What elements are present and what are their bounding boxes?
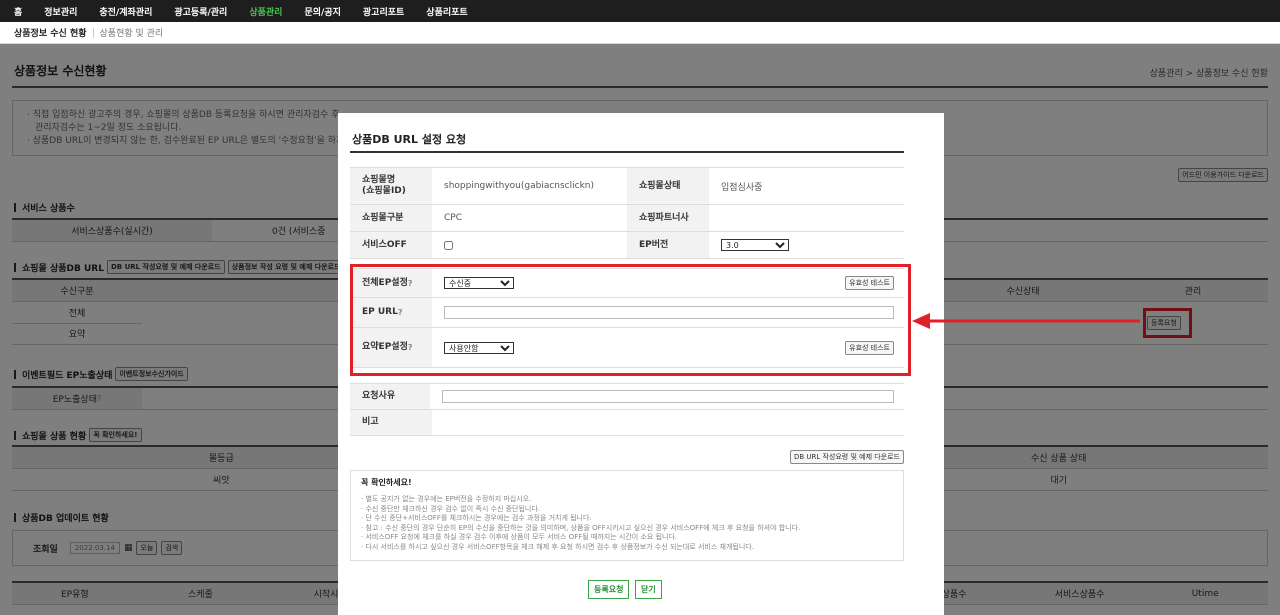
confirm-line: · 다시 서비스를 하시고 싶으신 경우 서비스OFF항목을 체크 해제 후 요… — [361, 542, 754, 551]
table-row: 서비스OFF EP버전 3.0 — [350, 232, 904, 259]
gnb-item[interactable]: 상품관리 — [249, 5, 282, 18]
highlight-ep-settings — [350, 264, 911, 376]
gnb-item[interactable]: 홈 — [14, 5, 22, 18]
gnb-item[interactable]: 문의/공지 — [304, 5, 340, 18]
submit-request-button[interactable]: 등록요청 — [588, 580, 630, 599]
sub-nav-other[interactable]: 상품현황 및 관리 — [100, 26, 164, 39]
request-table: 요청사유 비고 — [350, 383, 904, 436]
mall-name-value: shoppingwithyou(gabiacnsclickn) — [444, 181, 595, 191]
table-row: 비고 — [350, 410, 904, 436]
confirm-line: · 수신 중단만 체크하신 경우 검수 없이 즉시 수신 중단됩니다. — [361, 504, 541, 513]
ep-version-label: EP버전 — [627, 232, 709, 258]
gnb-item[interactable]: 충전/계좌관리 — [99, 5, 152, 18]
gnb-item[interactable]: 광고리포트 — [363, 5, 404, 18]
ep-version-select[interactable]: 3.0 — [721, 239, 789, 251]
table-row: 쇼핑몰구분 CPC 쇼핑파트너사 — [350, 205, 904, 232]
gnb-item[interactable]: 광고등록/관리 — [174, 5, 227, 18]
gnb-item[interactable]: 정보관리 — [44, 5, 77, 18]
confirm-title: 꼭 확인하세요! — [361, 478, 412, 487]
confirm-line: · 단 수신 중단+서비스OFF를 체크하시는 경우에는 검수 과정을 거치게 … — [361, 514, 592, 522]
table-row: 쇼핑몰명 (쇼핑몰ID) shoppingwithyou(gabiacnscli… — [350, 168, 904, 205]
reason-input[interactable] — [442, 390, 894, 403]
confirm-line: · 참고 : 수신 중단의 경우 단순히 EP의 수신을 중단하는 것을 의미하… — [361, 523, 801, 532]
ep-version-cell: 3.0 — [709, 239, 904, 251]
modal-title-divider — [350, 151, 904, 153]
modal-title: 상품DB URL 설정 요청 — [352, 133, 467, 146]
mall-status-label: 쇼핑몰상태 — [627, 168, 709, 204]
reason-cell — [430, 390, 904, 403]
service-off-cell — [432, 240, 627, 250]
partner-label: 쇼핑파트너사 — [627, 205, 709, 231]
mall-type-value: CPC — [444, 213, 462, 223]
note-label: 비고 — [350, 410, 432, 435]
gnb-item[interactable]: 상품리포트 — [426, 5, 467, 18]
close-modal-button[interactable]: 닫기 — [635, 580, 662, 599]
arrow-left-icon — [912, 313, 1140, 329]
service-off-label: 서비스OFF — [350, 232, 432, 258]
mall-status-value: 입점심사중 — [721, 182, 763, 193]
mall-type-label: 쇼핑몰구분 — [350, 205, 432, 231]
confirm-box: 꼭 확인하세요! · 별도 공지가 없는 경우에는 EP버전을 수정하지 마십시… — [350, 470, 904, 561]
confirm-line: · 서비스OFF 요청에 체크를 하실 경우 검수 이후에 상품이 모두 서비스… — [361, 533, 678, 541]
service-off-checkbox[interactable] — [444, 240, 453, 250]
mall-info-table: 쇼핑몰명 (쇼핑몰ID) shoppingwithyou(gabiacnscli… — [350, 167, 904, 259]
global-nav: 홈 정보관리 충전/계좌관리 광고등록/관리 상품관리 문의/공지 광고리포트 상품리포트 — [0, 0, 1280, 22]
confirm-line: · 별도 공지가 없는 경우에는 EP버전을 수정하지 마십시오. — [361, 495, 532, 503]
sub-nav-current[interactable]: 상품정보 수신 현황 — [14, 26, 87, 39]
mall-name-label: 쇼핑몰명 (쇼핑몰ID) — [350, 168, 432, 204]
sub-nav: 상품정보 수신 현황 상품현황 및 관리 — [0, 22, 1280, 44]
dburl-download-button[interactable]: DB URL 작성요령 및 예제 다운로드 — [789, 450, 904, 464]
sub-nav-divider — [92, 27, 94, 38]
table-row: 요청사유 — [350, 384, 904, 410]
reason-label: 요청사유 — [350, 384, 430, 409]
